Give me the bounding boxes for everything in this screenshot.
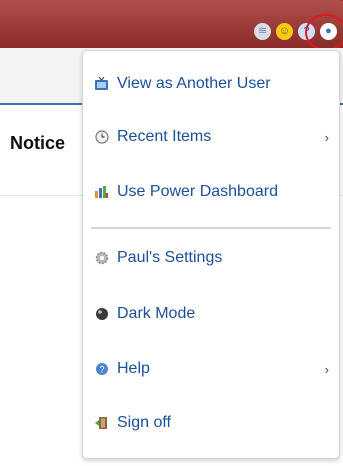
help-icon: ?: [94, 362, 109, 377]
menu-item-label: Dark Mode: [117, 305, 196, 322]
svg-text:?: ?: [99, 365, 104, 375]
wifi-icon[interactable]: ≋: [254, 23, 271, 40]
menu-separator: [91, 227, 331, 229]
menu-item-dark-mode[interactable]: Dark Mode: [83, 294, 339, 334]
dark-mode-icon: [94, 307, 109, 322]
menu-item-settings[interactable]: Paul's Settings: [83, 238, 339, 278]
page-heading: Notice: [10, 133, 66, 153]
top-header-bar: ≋ ☺ ? ●: [0, 0, 343, 48]
gear-icon: [94, 251, 109, 266]
sign-off-icon: [94, 416, 109, 431]
user-dropdown-menu: View as Another User Recent Items › Use …: [82, 50, 340, 459]
tv-icon: [94, 77, 109, 92]
chevron-right-icon: ›: [324, 129, 329, 145]
clock-icon: [94, 130, 109, 145]
menu-item-label: Recent Items: [117, 128, 212, 145]
menu-item-label: Sign off: [117, 414, 171, 431]
menu-item-label: Paul's Settings: [117, 249, 223, 266]
menu-item-label: Help: [117, 360, 150, 377]
red-circle-annotation: [305, 14, 343, 51]
menu-item-label: Use Power Dashboard: [117, 183, 278, 200]
menu-item-label: View as Another User: [117, 75, 271, 92]
menu-item-use-power-dashboard[interactable]: Use Power Dashboard: [83, 172, 339, 212]
menu-item-help[interactable]: ? Help ›: [83, 349, 339, 389]
menu-item-recent-items[interactable]: Recent Items ›: [83, 117, 339, 157]
menu-item-view-as-another-user[interactable]: View as Another User: [83, 64, 339, 104]
menu-item-sign-off[interactable]: Sign off: [83, 403, 339, 443]
chevron-right-icon: ›: [324, 361, 329, 377]
smiley-icon[interactable]: ☺: [276, 23, 293, 40]
dashboard-icon: [94, 185, 109, 200]
